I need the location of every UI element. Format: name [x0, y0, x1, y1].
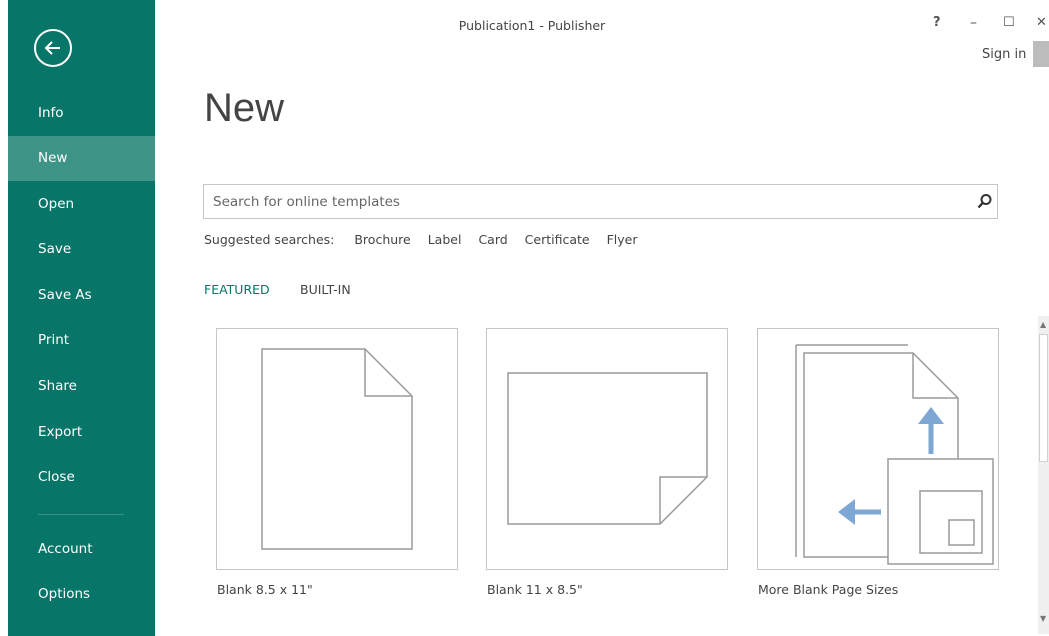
suggested-label[interactable]: Label: [428, 232, 462, 247]
template-label-landscape: Blank 11 x 8.5": [487, 582, 583, 597]
window-edge: [0, 0, 8, 636]
page-title: New: [204, 86, 285, 130]
suggested-searches-label: Suggested searches:: [204, 232, 335, 247]
backstage-sidebar: Info New Open Save Save As Print Share E…: [0, 0, 155, 636]
help-button[interactable]: ?: [933, 15, 941, 30]
tab-featured[interactable]: FEATURED: [204, 282, 270, 297]
nav-save-as[interactable]: Save As: [8, 273, 155, 318]
suggested-certificate[interactable]: Certificate: [525, 232, 590, 247]
window-title: Publication1 - Publisher: [458, 18, 606, 33]
nav-divider: [38, 514, 124, 515]
suggested-flyer[interactable]: Flyer: [607, 232, 638, 247]
nav-export[interactable]: Export: [8, 410, 155, 455]
search-input[interactable]: [213, 192, 953, 212]
page-sizes-icon: [795, 344, 994, 565]
back-button[interactable]: [34, 29, 72, 67]
nav-share[interactable]: Share: [8, 364, 155, 409]
suggested-searches: Suggested searches: Brochure Label Card …: [204, 232, 650, 247]
nav-close[interactable]: Close: [8, 455, 155, 500]
template-blank-portrait[interactable]: [216, 328, 458, 570]
template-more-sizes[interactable]: [757, 328, 999, 570]
nav-new[interactable]: New: [8, 136, 155, 181]
minimize-button[interactable]: –: [970, 15, 977, 31]
landscape-page-icon: [507, 372, 708, 525]
avatar[interactable]: [1033, 41, 1049, 67]
scroll-down-icon[interactable]: ▼: [1040, 614, 1046, 623]
tab-built-in[interactable]: BUILT-IN: [300, 282, 351, 297]
template-label-portrait: Blank 8.5 x 11": [217, 582, 313, 597]
nav-save[interactable]: Save: [8, 227, 155, 272]
template-search-box[interactable]: [203, 184, 998, 219]
maximize-button[interactable]: ☐: [1003, 15, 1015, 30]
suggested-card[interactable]: Card: [478, 232, 507, 247]
scroll-up-icon[interactable]: ▲: [1040, 320, 1046, 329]
portrait-page-icon: [261, 348, 413, 550]
template-blank-landscape[interactable]: [486, 328, 728, 570]
nav-print[interactable]: Print: [8, 318, 155, 363]
suggested-brochure[interactable]: Brochure: [354, 232, 410, 247]
sign-in-link[interactable]: Sign in: [982, 47, 1026, 62]
close-button[interactable]: ✕: [1036, 15, 1047, 30]
template-label-more-sizes: More Blank Page Sizes: [758, 582, 899, 597]
nav-open[interactable]: Open: [8, 182, 155, 227]
templates-scrollbar[interactable]: ▲ ▼: [1038, 316, 1049, 634]
nav-account[interactable]: Account: [8, 527, 155, 572]
search-icon[interactable]: [977, 193, 993, 210]
scroll-thumb[interactable]: [1039, 334, 1048, 462]
nav-info[interactable]: Info: [8, 91, 155, 136]
back-arrow-icon: [44, 41, 60, 55]
nav-options[interactable]: Options: [8, 572, 155, 617]
